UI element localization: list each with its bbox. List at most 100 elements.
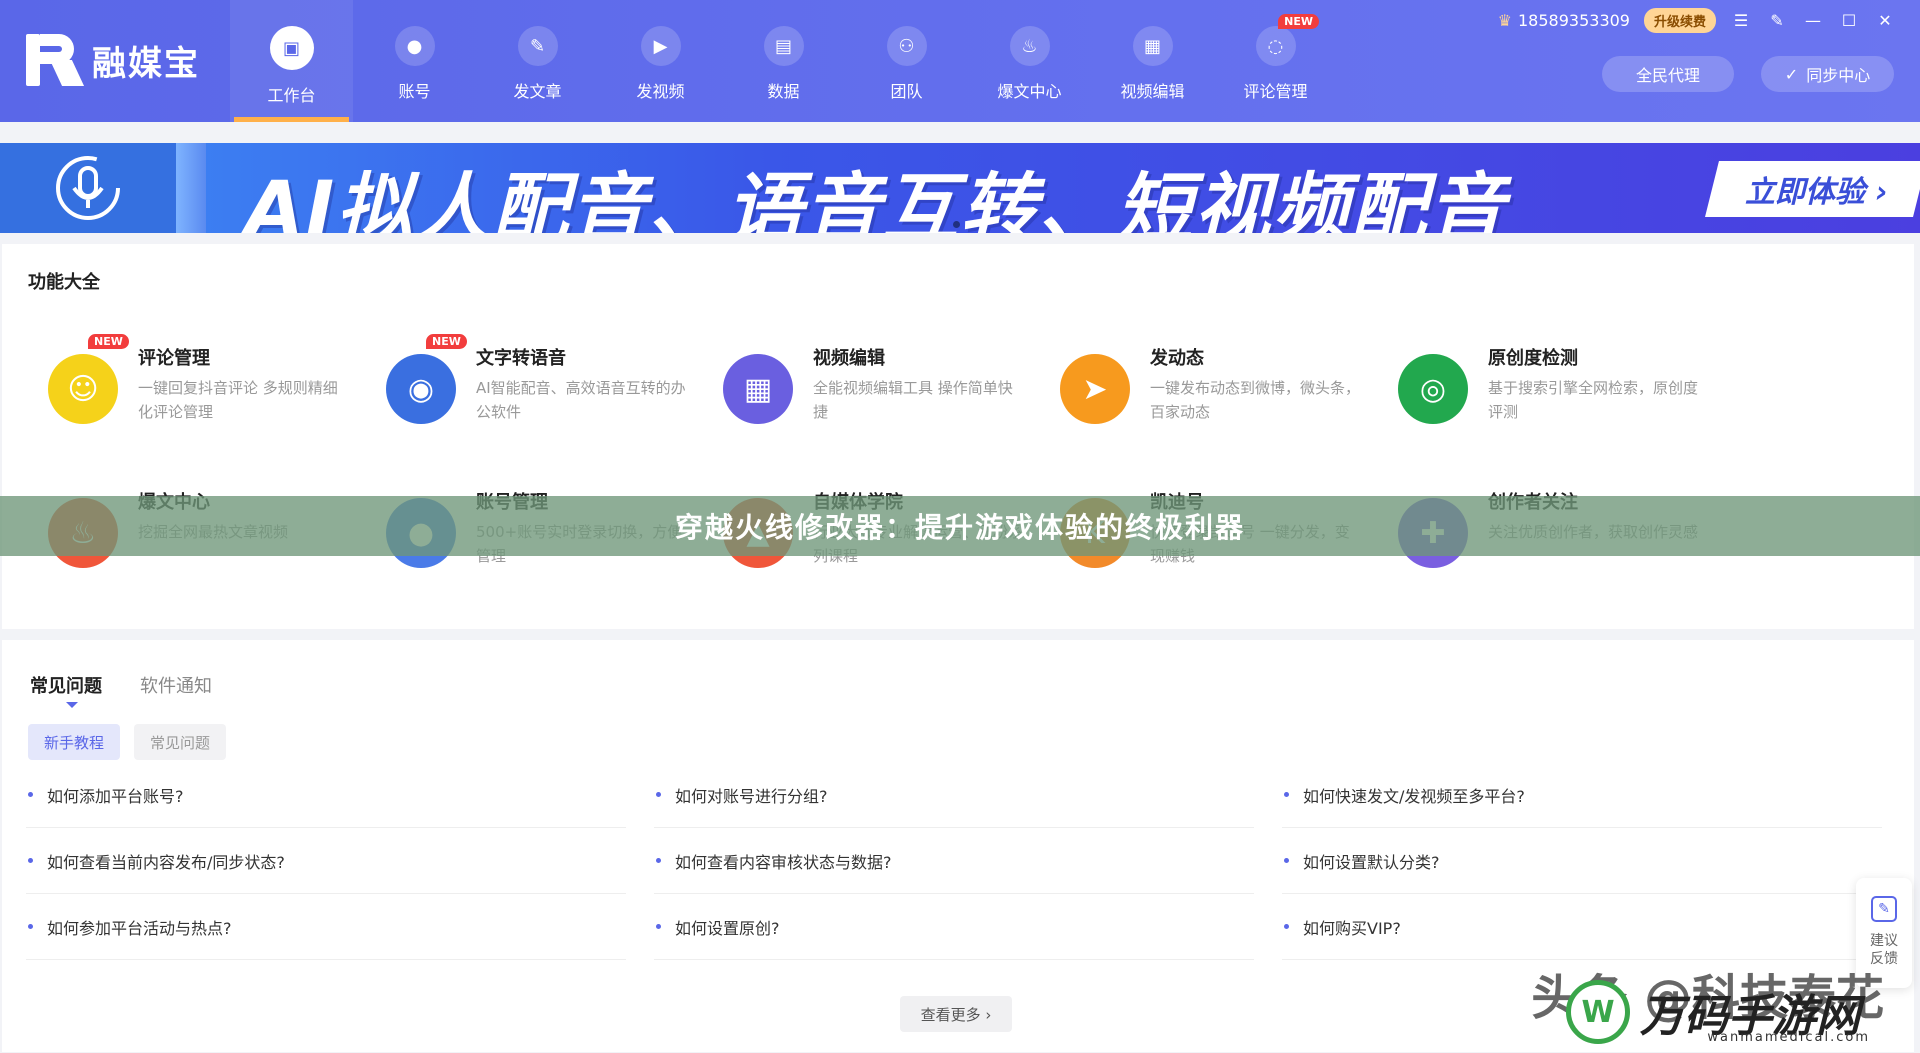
feature-name: 视频编辑: [813, 348, 885, 369]
banner-cta-label: 立即体验 ›: [1744, 175, 1888, 210]
feature-card[interactable]: ◎ 原创度检测基于搜索引擎全网检索，原创度评测: [1398, 344, 1728, 444]
feature-description: AI智能配音、高效语音互转的办公软件: [476, 379, 686, 421]
nav-tab-0[interactable]: ▣ 工作台: [230, 0, 353, 122]
faq-question-link[interactable]: 如何购买VIP?: [1282, 894, 1882, 960]
nav-tab-label: 爆文中心: [997, 82, 1062, 101]
app-logo[interactable]: 融媒宝: [26, 34, 200, 86]
play-icon: ▶: [640, 26, 681, 66]
sync-center-button[interactable]: ✓ 同步中心: [1761, 56, 1894, 92]
nav-tab-2[interactable]: ✎ 发文章: [476, 0, 599, 122]
phone-number: 18589353309: [1518, 10, 1630, 30]
paper-plane-icon: ➤: [1060, 354, 1130, 424]
close-icon[interactable]: ✕: [1874, 11, 1896, 30]
features-panel: 功能大全 ☺ NEW 评论管理一键回复抖音评论 多规则精细化评论管理 ◉ NEW 文字转语…: [2, 244, 1914, 629]
user-icon: ●: [394, 26, 435, 66]
features-title: 功能大全: [28, 272, 100, 293]
new-badge: NEW: [88, 334, 129, 349]
banner-title: AI拟人配音、语音互转、短视频配音: [245, 164, 1507, 233]
main-nav: ▣ 工作台 ● 账号 ✎ 发文章 ▶ 发视频 ▤ 数据 ⚇ 团队 ♨ 爆文中心 ▦ 视频编辑 ◌ 评论管理 NEW: [230, 0, 1337, 122]
toolbox-icon: ▦: [723, 354, 793, 424]
nav-tab-label: 评论管理: [1243, 82, 1308, 101]
banner-stripe: [176, 143, 206, 233]
monitor-icon: ▣: [269, 26, 314, 70]
feather-icon: ✎: [517, 26, 558, 66]
nav-tab-8[interactable]: ◌ 评论管理 NEW: [1214, 0, 1337, 122]
promo-banner[interactable]: AI拟人配音、语音互转、短视频配音 立即体验 ›: [0, 143, 1920, 233]
faq-tabs: 常见问题 软件通知: [30, 672, 212, 708]
nav-tab-7[interactable]: ▦ 视频编辑: [1091, 0, 1214, 122]
minimize-icon[interactable]: —: [1802, 11, 1824, 30]
nav-tab-label: 账号: [398, 82, 431, 101]
chat-icon: ☺: [48, 354, 118, 424]
nav-tab-label: 团队: [890, 82, 923, 101]
chip-common-questions[interactable]: 常见问题: [134, 724, 227, 760]
banner-cta-button[interactable]: 立即体验 ›: [1705, 161, 1920, 217]
feature-description: 全能视频编辑工具 操作简单快捷: [813, 379, 1013, 421]
feature-name: 评论管理: [138, 348, 210, 369]
feedback-edit-icon: ✎: [1871, 896, 1897, 922]
tab-faq[interactable]: 常见问题: [30, 672, 102, 708]
maximize-icon[interactable]: ☐: [1838, 11, 1860, 30]
chart-icon: ▤: [763, 26, 804, 66]
new-badge: NEW: [1278, 14, 1319, 29]
feature-name: 文字转语音: [476, 348, 566, 369]
briefcase-icon: ▦: [1132, 26, 1173, 66]
agent-button[interactable]: 全民代理: [1602, 56, 1734, 92]
feature-description: 一键发布动态到微博，微头条，百家动态: [1150, 379, 1361, 421]
nav-tab-label: 视频编辑: [1120, 82, 1185, 101]
nav-tab-label: 数据: [767, 82, 800, 101]
site-watermark-url: wanmamedical.com: [1707, 1030, 1870, 1045]
view-more-button[interactable]: 查看更多 ›: [900, 996, 1012, 1032]
logo-mark: [26, 34, 85, 86]
user-phone[interactable]: ♛ 18589353309: [1498, 11, 1630, 30]
faq-question-link[interactable]: 如何设置原创?: [654, 894, 1254, 960]
upgrade-button[interactable]: 升级续费: [1643, 7, 1716, 33]
faq-question-link[interactable]: 如何快速发文/发视频至多平台?: [1282, 762, 1882, 828]
crown-icon: ♛: [1497, 10, 1512, 30]
voice-icon: ◉: [386, 354, 456, 424]
check-icon: ✓: [1784, 64, 1799, 84]
window-top-right: ♛ 18589353309 升级续费 ☰ ✎ — ☐ ✕: [1498, 0, 1920, 40]
tab-software-notice[interactable]: 软件通知: [140, 672, 212, 698]
faq-question-link[interactable]: 如何设置默认分类?: [1282, 828, 1882, 894]
faq-question-link[interactable]: 如何查看当前内容发布/同步状态?: [26, 828, 626, 894]
menu-icon[interactable]: ☰: [1730, 11, 1752, 30]
new-badge: NEW: [426, 334, 467, 349]
nav-tab-label: 工作台: [267, 86, 316, 105]
microphone-icon: [56, 156, 120, 220]
feature-name: 发动态: [1150, 348, 1204, 369]
feature-name: 原创度检测: [1488, 348, 1578, 369]
title-overlay-strip: 穿越火线修改器：提升游戏体验的终极利器: [0, 496, 1920, 556]
banner-voice-icon-box: [0, 143, 176, 233]
nav-tab-6[interactable]: ♨ 爆文中心: [968, 0, 1091, 122]
top-navigation-bar: 融媒宝 ▣ 工作台 ● 账号 ✎ 发文章 ▶ 发视频 ▤ 数据 ⚇ 团队 ♨ 爆文中心 ▦ 视频编辑 ◌ 评论管理…: [0, 0, 1920, 122]
overlay-title: 穿越火线修改器：提升游戏体验的终极利器: [674, 511, 1245, 544]
feature-description: 一键回复抖音评论 多规则精细化评论管理: [138, 379, 338, 421]
nav-tab-label: 发视频: [636, 82, 685, 101]
team-icon: ⚇: [886, 26, 927, 66]
feature-card[interactable]: ☺ NEW 评论管理一键回复抖音评论 多规则精细化评论管理: [48, 334, 378, 444]
chip-beginner-tutorial[interactable]: 新手教程: [28, 724, 121, 760]
feature-card[interactable]: ▦ 视频编辑全能视频编辑工具 操作简单快捷: [723, 344, 1053, 444]
app-name: 融媒宝: [92, 43, 200, 84]
nav-tab-label: 发文章: [513, 82, 562, 101]
site-logo-icon: W: [1566, 980, 1630, 1044]
target-icon: ◎: [1398, 354, 1468, 424]
nav-tab-1[interactable]: ● 账号: [353, 0, 476, 122]
edit-icon[interactable]: ✎: [1766, 11, 1788, 30]
nav-tab-3[interactable]: ▶ 发视频: [599, 0, 722, 122]
sync-center-label: 同步中心: [1806, 66, 1871, 85]
faq-question-link[interactable]: 如何对账号进行分组?: [654, 762, 1254, 828]
feature-card[interactable]: ➤ 发动态一键发布动态到微博，微头条，百家动态: [1060, 344, 1390, 444]
feature-description: 基于搜索引擎全网检索，原创度评测: [1488, 379, 1699, 421]
flame-icon: ♨: [1009, 26, 1050, 66]
nav-tab-5[interactable]: ⚇ 团队: [845, 0, 968, 122]
faq-question-link[interactable]: 如何查看内容审核状态与数据?: [654, 828, 1254, 894]
banner-pager-dot[interactable]: [953, 221, 960, 228]
comment-icon: ◌: [1255, 26, 1296, 66]
feature-card[interactable]: ◉ NEW 文字转语音 AI智能配音、高效语音互转的办公软件: [386, 334, 716, 444]
faq-filter-chips: 新手教程 常见问题: [28, 724, 227, 760]
nav-tab-4[interactable]: ▤ 数据: [722, 0, 845, 122]
faq-question-link[interactable]: 如何参加平台活动与热点?: [26, 894, 626, 960]
faq-question-link[interactable]: 如何添加平台账号?: [26, 762, 626, 828]
